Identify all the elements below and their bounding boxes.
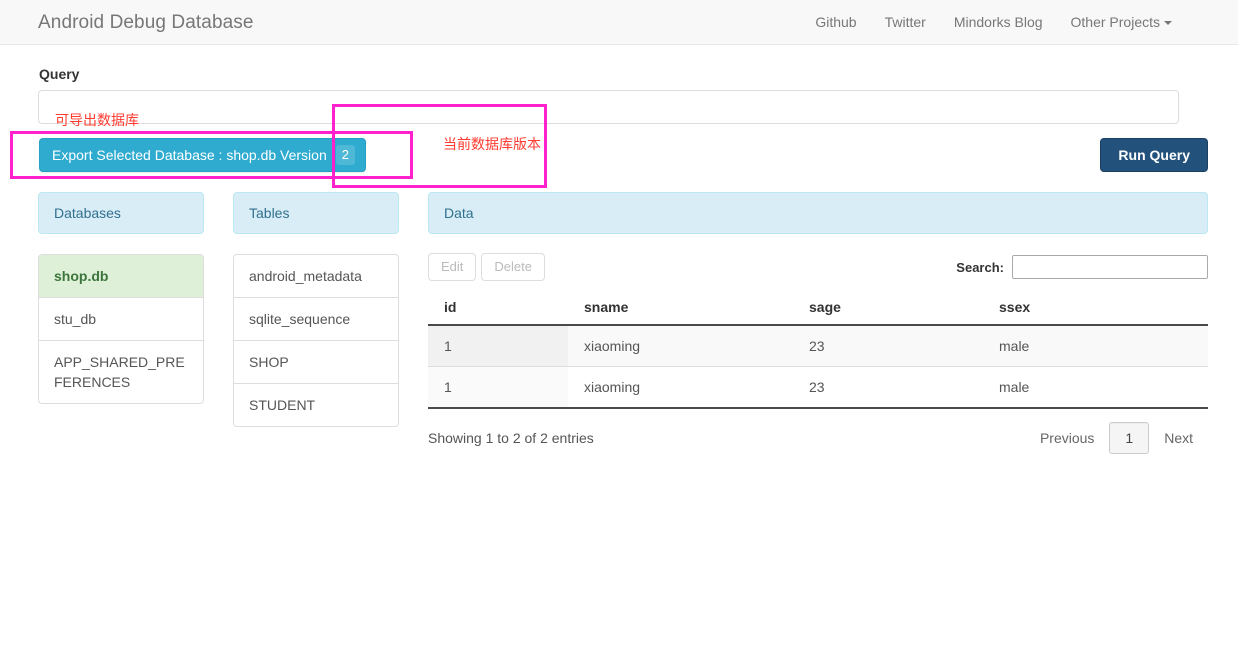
export-selected-database-button[interactable]: Export Selected Database : shop.db Versi…: [39, 138, 366, 172]
app-brand-title: Android Debug Database: [38, 11, 254, 33]
panels-row: Databases shop.db stu_db APP_SHARED_PREF…: [38, 192, 1208, 454]
databases-panel-header: Databases: [38, 192, 204, 234]
data-table-body: 1 xiaoming 23 male 1 xiaoming 23 male: [428, 325, 1208, 409]
page-container: Query Export Selected Database : shop.db…: [0, 66, 1238, 454]
pagination-previous[interactable]: Previous: [1025, 422, 1109, 454]
tables-panel-header: Tables: [233, 192, 399, 234]
cell-sage: 23: [793, 366, 983, 409]
row-action-buttons: Edit Delete: [428, 253, 545, 281]
tables-column: Tables android_metadata sqlite_sequence …: [233, 192, 399, 454]
nav-link-mindorks-blog[interactable]: Mindorks Blog: [940, 14, 1057, 30]
nav-link-github[interactable]: Github: [801, 14, 870, 30]
table-item-android-metadata[interactable]: android_metadata: [234, 255, 398, 298]
cell-id: 1: [428, 366, 568, 409]
table-row[interactable]: 1 xiaoming 23 male: [428, 366, 1208, 409]
database-item-stu-db[interactable]: stu_db: [39, 298, 203, 341]
search-label: Search:: [956, 259, 1004, 275]
database-item-app-shared-preferences[interactable]: APP_SHARED_PREFERENCES: [39, 341, 203, 403]
databases-column: Databases shop.db stu_db APP_SHARED_PREF…: [38, 192, 204, 454]
table-footer: Showing 1 to 2 of 2 entries Previous 1 N…: [428, 422, 1208, 454]
cell-sname: xiaoming: [568, 325, 793, 367]
export-button-label: Export Selected Database : shop.db Versi…: [52, 147, 327, 163]
edit-row-button[interactable]: Edit: [428, 253, 477, 281]
pagination-page-1[interactable]: 1: [1109, 422, 1150, 454]
tables-list: android_metadata sqlite_sequence SHOP ST…: [233, 254, 399, 427]
table-row[interactable]: 1 xiaoming 23 male: [428, 325, 1208, 367]
data-table-header-row: id sname sage ssex: [428, 291, 1208, 326]
action-row: Export Selected Database : shop.db Versi…: [38, 138, 1208, 174]
column-header-ssex[interactable]: ssex: [983, 291, 1208, 326]
database-item-shop-db[interactable]: shop.db: [39, 255, 203, 298]
cell-ssex: male: [983, 366, 1208, 409]
query-input[interactable]: [38, 90, 1179, 124]
pagination-next[interactable]: Next: [1149, 422, 1208, 454]
search-input[interactable]: [1012, 255, 1208, 279]
column-header-sname[interactable]: sname: [568, 291, 793, 326]
run-query-button[interactable]: Run Query: [1100, 138, 1208, 172]
query-label: Query: [39, 66, 80, 82]
column-header-id[interactable]: id: [428, 291, 568, 326]
table-item-sqlite-sequence[interactable]: sqlite_sequence: [234, 298, 398, 341]
entries-info: Showing 1 to 2 of 2 entries: [428, 430, 594, 446]
caret-down-icon: [1164, 21, 1172, 26]
nav-dropdown-other-projects[interactable]: Other Projects: [1057, 14, 1186, 30]
nav-dropdown-label: Other Projects: [1070, 14, 1160, 30]
cell-id: 1: [428, 325, 568, 367]
table-item-shop[interactable]: SHOP: [234, 341, 398, 384]
navbar-links: Github Twitter Mindorks Blog Other Proje…: [801, 14, 1186, 30]
database-version-badge: 2: [335, 144, 355, 166]
top-navbar: Android Debug Database Github Twitter Mi…: [0, 0, 1238, 45]
column-header-sage[interactable]: sage: [793, 291, 983, 326]
data-table-head: id sname sage ssex: [428, 291, 1208, 326]
data-toolbar: Edit Delete Search:: [428, 253, 1208, 281]
databases-list: shop.db stu_db APP_SHARED_PREFERENCES: [38, 254, 204, 404]
delete-row-button[interactable]: Delete: [481, 253, 545, 281]
pagination: Previous 1 Next: [1025, 422, 1208, 454]
cell-ssex: male: [983, 325, 1208, 367]
search-area: Search:: [956, 255, 1208, 279]
nav-link-twitter[interactable]: Twitter: [871, 14, 940, 30]
cell-sage: 23: [793, 325, 983, 367]
table-item-student[interactable]: STUDENT: [234, 384, 398, 426]
cell-sname: xiaoming: [568, 366, 793, 409]
data-table: id sname sage ssex 1 xiaoming 23 male 1: [428, 291, 1208, 409]
data-column: Data Edit Delete Search: id sname sage s…: [428, 192, 1208, 454]
data-panel-header: Data: [428, 192, 1208, 234]
